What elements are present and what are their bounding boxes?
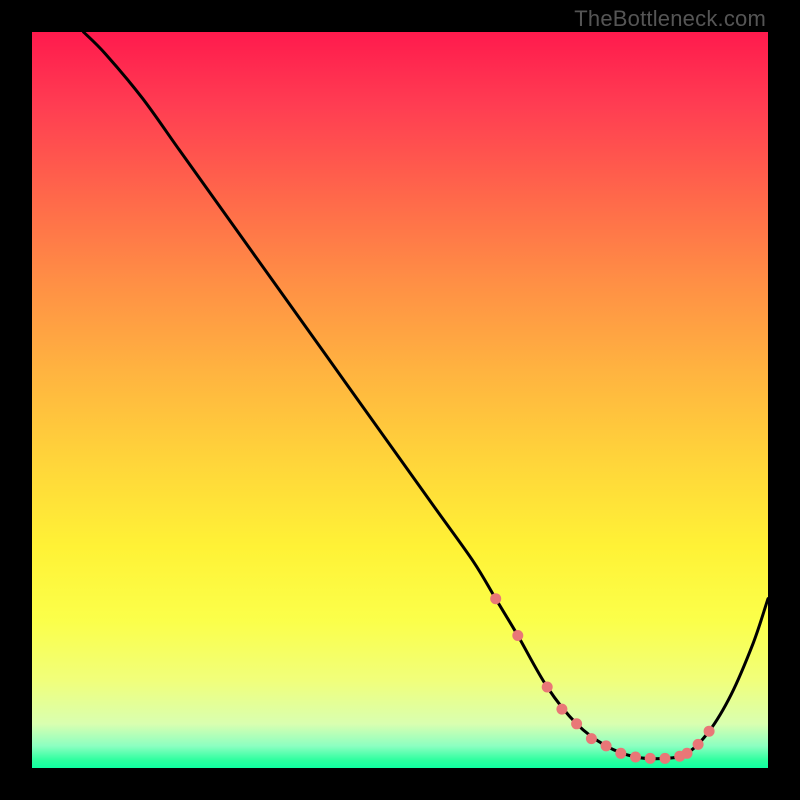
marker-dot: [586, 733, 597, 744]
chart-svg: [32, 32, 768, 768]
marker-dot: [615, 748, 626, 759]
marker-dot: [660, 753, 671, 764]
marker-dot: [645, 753, 656, 764]
watermark-text: TheBottleneck.com: [574, 6, 766, 32]
marker-dot: [601, 740, 612, 751]
bottleneck-curve: [84, 32, 769, 759]
marker-dot: [704, 726, 715, 737]
chart-frame: TheBottleneck.com: [0, 0, 800, 800]
marker-dot: [630, 752, 641, 763]
plot-area: [32, 32, 768, 768]
marker-dot: [682, 748, 693, 759]
marker-dot: [571, 718, 582, 729]
marker-dot: [490, 593, 501, 604]
marker-dot: [693, 739, 704, 750]
marker-dot: [556, 704, 567, 715]
marker-dot: [512, 630, 523, 641]
marker-dot: [542, 682, 553, 693]
highlight-markers: [490, 593, 714, 764]
